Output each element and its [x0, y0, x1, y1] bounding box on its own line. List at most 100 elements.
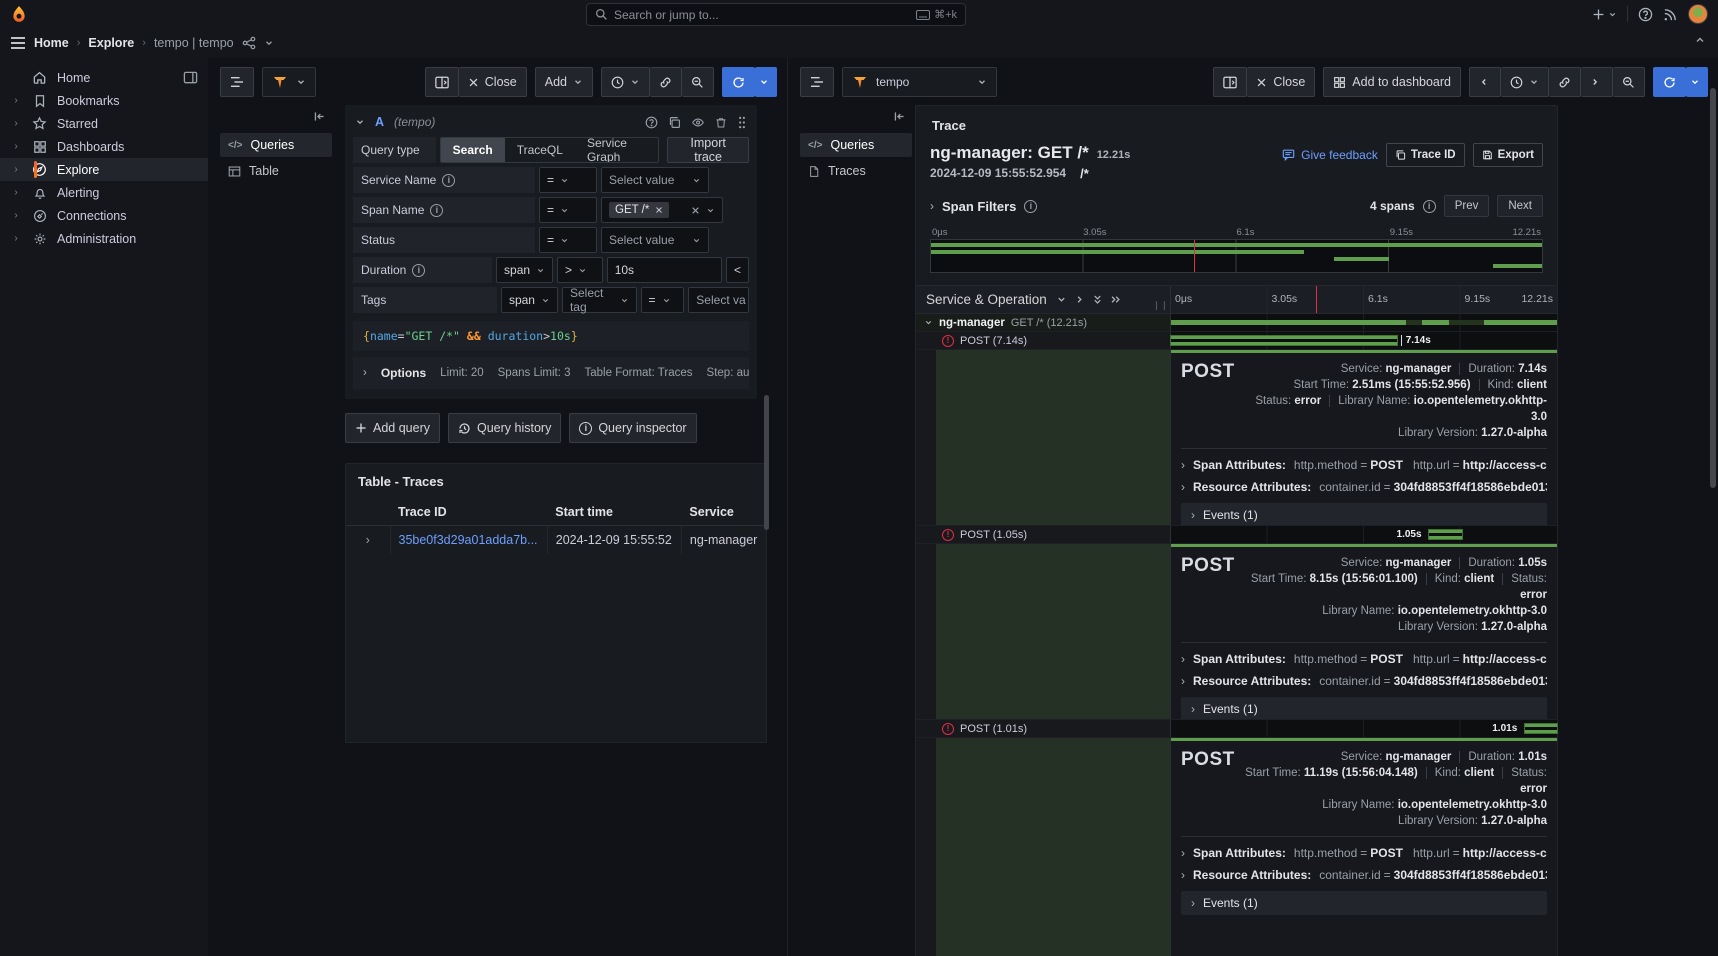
breadcrumb-explore[interactable]: Explore — [88, 36, 134, 50]
column-resize-handle[interactable]: ❘❘ — [1153, 300, 1168, 311]
span-name-value-select[interactable]: GET /* — [601, 197, 723, 223]
close-pane-button[interactable]: Close — [459, 67, 527, 97]
service-name-value-select[interactable]: Select value — [601, 167, 709, 193]
drag-handle-icon[interactable] — [737, 116, 747, 129]
run-query-button[interactable] — [1653, 67, 1686, 97]
sidebar-item-home[interactable]: Home — [0, 66, 208, 89]
service-name-operator-select[interactable]: = — [539, 167, 597, 193]
rail-tab-traces[interactable]: Traces — [800, 159, 912, 183]
span-attributes-row[interactable]: ›Span Attributes:http.method=POSThttp.ur… — [1181, 648, 1547, 670]
chevron-right-icon[interactable]: › — [10, 118, 22, 129]
tags-scope-select[interactable]: span — [501, 287, 558, 313]
column-service[interactable]: Service — [681, 499, 766, 526]
news-icon[interactable] — [1663, 7, 1678, 22]
mega-menu-icon[interactable] — [10, 36, 26, 50]
span-name-operator-select[interactable]: = — [539, 197, 597, 223]
span-row-root[interactable]: ng-manager GET /* (12.21s) — [916, 314, 1557, 332]
delete-query-icon[interactable] — [715, 116, 727, 129]
status-operator-select[interactable]: = — [539, 227, 597, 253]
chevron-right-icon[interactable]: › — [10, 233, 22, 244]
query-type-search[interactable]: Search — [441, 138, 505, 162]
resource-attributes-row[interactable]: ›Resource Attributes:container.id=304fd8… — [1181, 476, 1547, 498]
duration-min-input[interactable]: 10s — [607, 257, 722, 283]
run-query-interval-button[interactable] — [1686, 67, 1708, 97]
global-search-input[interactable]: Search or jump to... ⌘+k — [586, 3, 966, 26]
expand-all-icon[interactable] — [1110, 294, 1121, 305]
give-feedback-link[interactable]: Give feedback — [1282, 148, 1378, 162]
window-scrollbar[interactable] — [1710, 88, 1716, 488]
time-shift-back-button[interactable] — [1469, 67, 1501, 97]
collapse-all-icon[interactable] — [1092, 294, 1103, 305]
add-query-button[interactable]: Add query — [345, 413, 440, 443]
time-range-button[interactable] — [601, 67, 650, 97]
column-start-time[interactable]: Start time — [547, 499, 681, 526]
split-pane-button[interactable] — [425, 67, 459, 97]
duration-scope-select[interactable]: span — [496, 257, 553, 283]
query-history-button[interactable]: Query history — [448, 413, 561, 443]
collapse-rail-icon[interactable] — [800, 106, 912, 133]
span-bar[interactable] — [1171, 336, 1397, 345]
column-trace-id[interactable]: Trace ID — [390, 499, 547, 526]
duration-operator-select[interactable]: > — [557, 257, 603, 283]
new-button[interactable] — [1592, 8, 1617, 21]
trace-id-button[interactable]: Trace ID — [1386, 143, 1465, 167]
zoom-out-button[interactable] — [682, 67, 714, 97]
chevron-right-icon[interactable]: › — [10, 141, 22, 152]
span-bar[interactable] — [1429, 530, 1462, 539]
sidebar-item-dashboards[interactable]: › Dashboards — [0, 135, 208, 158]
span-name-chip[interactable]: GET /* — [609, 202, 669, 218]
span-bar[interactable] — [1171, 320, 1557, 325]
sidebar-item-connections[interactable]: › Connections — [0, 204, 208, 227]
disable-query-icon[interactable] — [691, 116, 705, 129]
breadcrumb-home[interactable]: Home — [34, 36, 69, 50]
grafana-logo-icon[interactable] — [10, 5, 28, 23]
collapse-toolbar-icon[interactable] — [1694, 34, 1706, 46]
run-query-interval-button[interactable] — [755, 67, 777, 97]
run-query-button[interactable] — [722, 67, 755, 97]
tags-value-select[interactable]: Select va — [688, 287, 749, 313]
span-row-post-1[interactable]: !POST (7.14s) 7.14s — [916, 332, 1557, 350]
close-pane-button[interactable]: Close — [1247, 67, 1315, 97]
datasource-picker-right[interactable]: tempo — [842, 67, 997, 97]
trace-minimap[interactable]: 0μs 3.05s 6.1s 9.15s 12.21s — [930, 227, 1543, 273]
sidebar-item-explore[interactable]: › Explore — [0, 158, 208, 181]
duplicate-query-icon[interactable] — [668, 116, 681, 129]
split-pane-button[interactable] — [1213, 67, 1247, 97]
time-shift-forward-button[interactable] — [1581, 67, 1613, 97]
trace-id-link[interactable]: 35be0f3d29a01adda7b... — [390, 526, 547, 555]
permalink-button[interactable] — [1549, 67, 1581, 97]
table-row[interactable]: › 35be0f3d29a01adda7b... 2024-12-09 15:5… — [346, 526, 766, 555]
query-rows-icon-button[interactable] — [800, 67, 834, 97]
sidebar-item-starred[interactable]: › Starred — [0, 112, 208, 135]
query-rows-icon-button[interactable] — [220, 67, 254, 97]
clear-icon[interactable] — [691, 206, 700, 215]
prev-span-button[interactable]: Prev — [1444, 195, 1490, 217]
query-options-row[interactable]: › Options Limit: 20 Spans Limit: 3 Table… — [353, 357, 749, 389]
import-trace-button[interactable]: Import trace — [667, 137, 749, 163]
panel-title[interactable]: Trace — [930, 106, 1543, 143]
span-filters-label[interactable]: Span Filters — [942, 199, 1016, 214]
sidebar-item-bookmarks[interactable]: › Bookmarks — [0, 89, 208, 112]
tags-operator-select[interactable]: = — [641, 287, 685, 313]
query-type-service-graph[interactable]: Service Graph — [575, 138, 658, 162]
span-attributes-row[interactable]: ›Span Attributes:http.method=POSThttp.ur… — [1181, 454, 1547, 476]
share-icon[interactable] — [242, 36, 256, 50]
zoom-out-button[interactable] — [1613, 67, 1645, 97]
add-to-dashboard-button[interactable]: Add to dashboard — [1323, 67, 1461, 97]
time-range-button[interactable] — [1501, 67, 1549, 97]
rail-tab-queries[interactable]: </>Queries — [220, 133, 332, 157]
datasource-picker-left[interactable] — [262, 67, 316, 97]
permalink-button[interactable] — [650, 67, 682, 97]
chevron-down-icon[interactable] — [355, 117, 365, 127]
chevron-right-icon[interactable]: › — [10, 164, 22, 175]
resource-attributes-row[interactable]: ›Resource Attributes:container.id=304fd8… — [1181, 670, 1547, 692]
export-button[interactable]: Export — [1473, 143, 1543, 167]
pane-scrollbar[interactable] — [764, 395, 769, 530]
chevron-down-icon[interactable] — [924, 318, 933, 327]
query-type-traceql[interactable]: TraceQL — [505, 138, 575, 162]
chevron-right-icon[interactable]: › — [10, 210, 22, 221]
status-value-select[interactable]: Select value — [601, 227, 709, 253]
span-bar[interactable] — [1525, 724, 1557, 733]
add-dropdown-button[interactable]: Add — [535, 67, 593, 97]
chevron-right-icon[interactable]: › — [10, 187, 22, 198]
